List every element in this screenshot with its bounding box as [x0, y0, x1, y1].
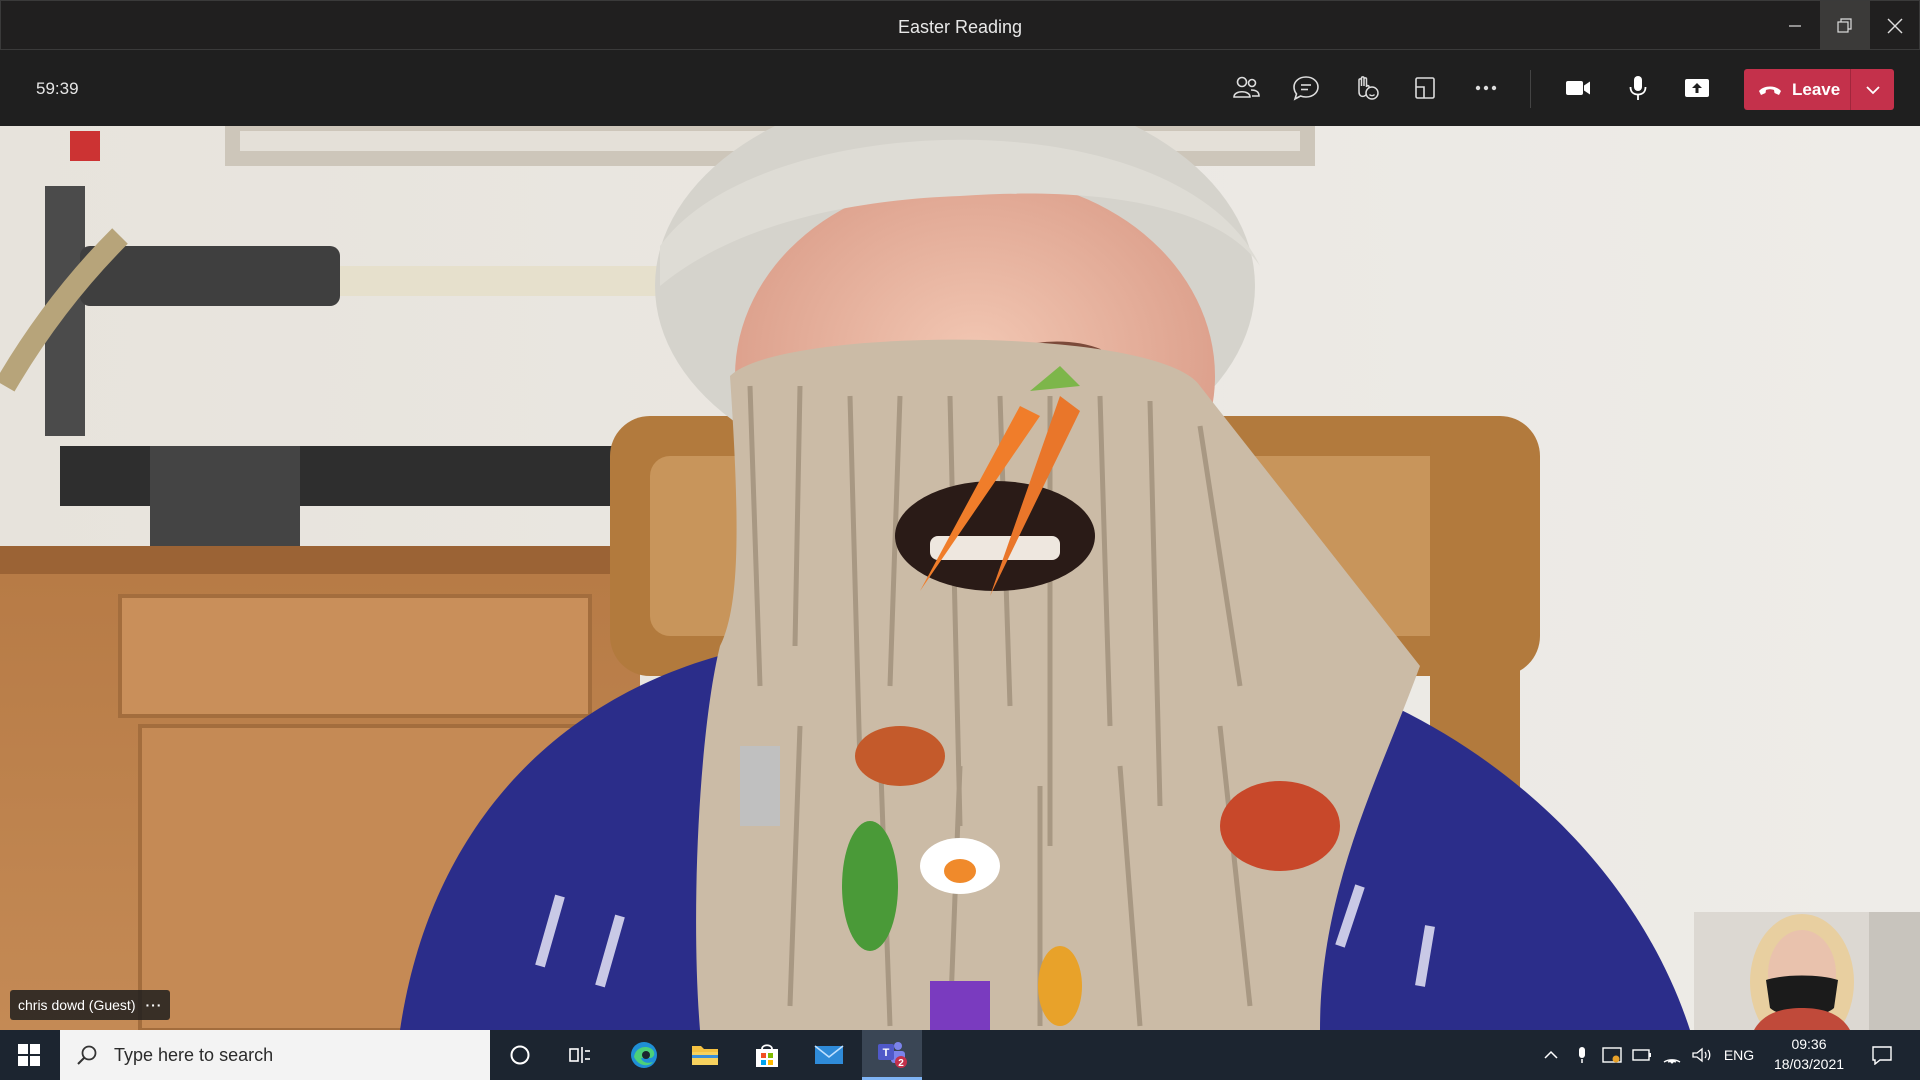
- self-view-image: [1694, 912, 1920, 1030]
- reactions-icon: [1358, 76, 1379, 100]
- microphone-in-use-indicator[interactable]: [1568, 1030, 1596, 1080]
- breakout-rooms-button[interactable]: [1401, 64, 1449, 112]
- toolbar-divider: [1530, 70, 1531, 108]
- action-center-button[interactable]: [1862, 1030, 1902, 1080]
- battery-tray-button[interactable]: [1628, 1030, 1656, 1080]
- chat-icon: [1293, 76, 1319, 101]
- file-explorer-button[interactable]: [675, 1030, 735, 1080]
- rooms-icon: [1415, 77, 1435, 99]
- taskbar-search-box[interactable]: Type here to search: [60, 1030, 490, 1080]
- mail-button[interactable]: [799, 1030, 859, 1080]
- teams-icon: T 2: [878, 1041, 907, 1069]
- reactions-button[interactable]: [1342, 64, 1390, 112]
- wifi-icon: [1663, 1059, 1681, 1064]
- network-tray-button[interactable]: [1658, 1030, 1686, 1080]
- microphone-icon: [1629, 76, 1647, 100]
- close-icon: [1887, 18, 1903, 34]
- notifications-icon: [1872, 1046, 1892, 1065]
- defender-icon: [1602, 1047, 1622, 1063]
- task-view-icon: [569, 1047, 590, 1063]
- clock-time: 09:36: [1791, 1036, 1827, 1052]
- restore-icon: [1837, 18, 1852, 33]
- security-tray-button[interactable]: [1598, 1030, 1626, 1080]
- minimize-icon: [1789, 25, 1801, 27]
- show-participants-button[interactable]: [1222, 64, 1270, 112]
- microsoft-store-button[interactable]: [737, 1030, 797, 1080]
- edge-browser-button[interactable]: [614, 1030, 674, 1080]
- camera-icon: [1566, 81, 1590, 95]
- main-video-feed: chris dowd (Guest) ···: [0, 126, 1920, 1030]
- chevron-up-icon: [1544, 1050, 1558, 1059]
- leave-button[interactable]: Leave: [1744, 69, 1850, 110]
- battery-icon: [1632, 1049, 1651, 1061]
- more-actions-button[interactable]: [1462, 64, 1510, 112]
- task-view-button[interactable]: [550, 1030, 610, 1080]
- search-icon: [77, 1045, 97, 1065]
- participant-name: chris dowd (Guest): [18, 997, 136, 1013]
- window-titlebar: Easter Reading: [0, 0, 1920, 51]
- mail-icon: [814, 1045, 844, 1064]
- show-chat-button[interactable]: [1282, 64, 1330, 112]
- participant-name-tag[interactable]: chris dowd (Guest) ···: [10, 990, 171, 1020]
- cortana-icon: [510, 1045, 530, 1065]
- close-button[interactable]: [1870, 1, 1920, 51]
- svg-text:T: T: [883, 1047, 890, 1059]
- camera-button[interactable]: [1554, 64, 1602, 112]
- participant-video-image: [0, 126, 1920, 1030]
- clock-date: 18/03/2021: [1773, 1056, 1845, 1072]
- teams-notification-badge: 2: [898, 1058, 904, 1069]
- window-title: Easter Reading: [897, 17, 1023, 37]
- store-icon: [756, 1044, 778, 1067]
- phone-hangup-icon: [1759, 86, 1781, 95]
- search-placeholder: Type here to search: [114, 1044, 274, 1065]
- self-view-video[interactable]: [1694, 912, 1920, 1030]
- edge-icon: [631, 1042, 657, 1068]
- volume-tray-button[interactable]: [1688, 1030, 1716, 1080]
- microphone-tray-icon: [1579, 1047, 1585, 1063]
- restore-button[interactable]: [1820, 1, 1870, 51]
- windows-taskbar: Type here to search T 2 ENG 09:36 18/03/…: [0, 1030, 1920, 1080]
- meeting-toolbar: 59:39 Leave: [0, 50, 1920, 126]
- folder-icon: [692, 1046, 718, 1065]
- meeting-timer: 59:39: [36, 79, 79, 98]
- leave-options-button[interactable]: [1851, 69, 1894, 110]
- input-language-button[interactable]: ENG: [1720, 1030, 1758, 1080]
- show-hidden-icons-button[interactable]: [1536, 1030, 1566, 1080]
- share-icon: [1685, 79, 1709, 97]
- share-content-button[interactable]: [1673, 64, 1721, 112]
- volume-icon: [1692, 1047, 1711, 1063]
- leave-label: Leave: [1792, 79, 1841, 99]
- windows-logo-icon: [18, 1044, 40, 1066]
- taskbar-clock[interactable]: 09:36 18/03/2021: [1762, 1034, 1856, 1074]
- participants-icon: [1233, 76, 1260, 98]
- leave-button-group: Leave: [1744, 69, 1894, 110]
- more-actions-icon: [1475, 85, 1497, 91]
- microphone-button[interactable]: [1614, 64, 1662, 112]
- participant-more-icon[interactable]: ···: [145, 997, 162, 1013]
- cortana-button[interactable]: [490, 1030, 550, 1080]
- minimize-button[interactable]: [1770, 1, 1820, 51]
- start-button[interactable]: [0, 1030, 58, 1080]
- chevron-down-icon: [1865, 85, 1880, 94]
- teams-button[interactable]: T 2: [862, 1030, 922, 1080]
